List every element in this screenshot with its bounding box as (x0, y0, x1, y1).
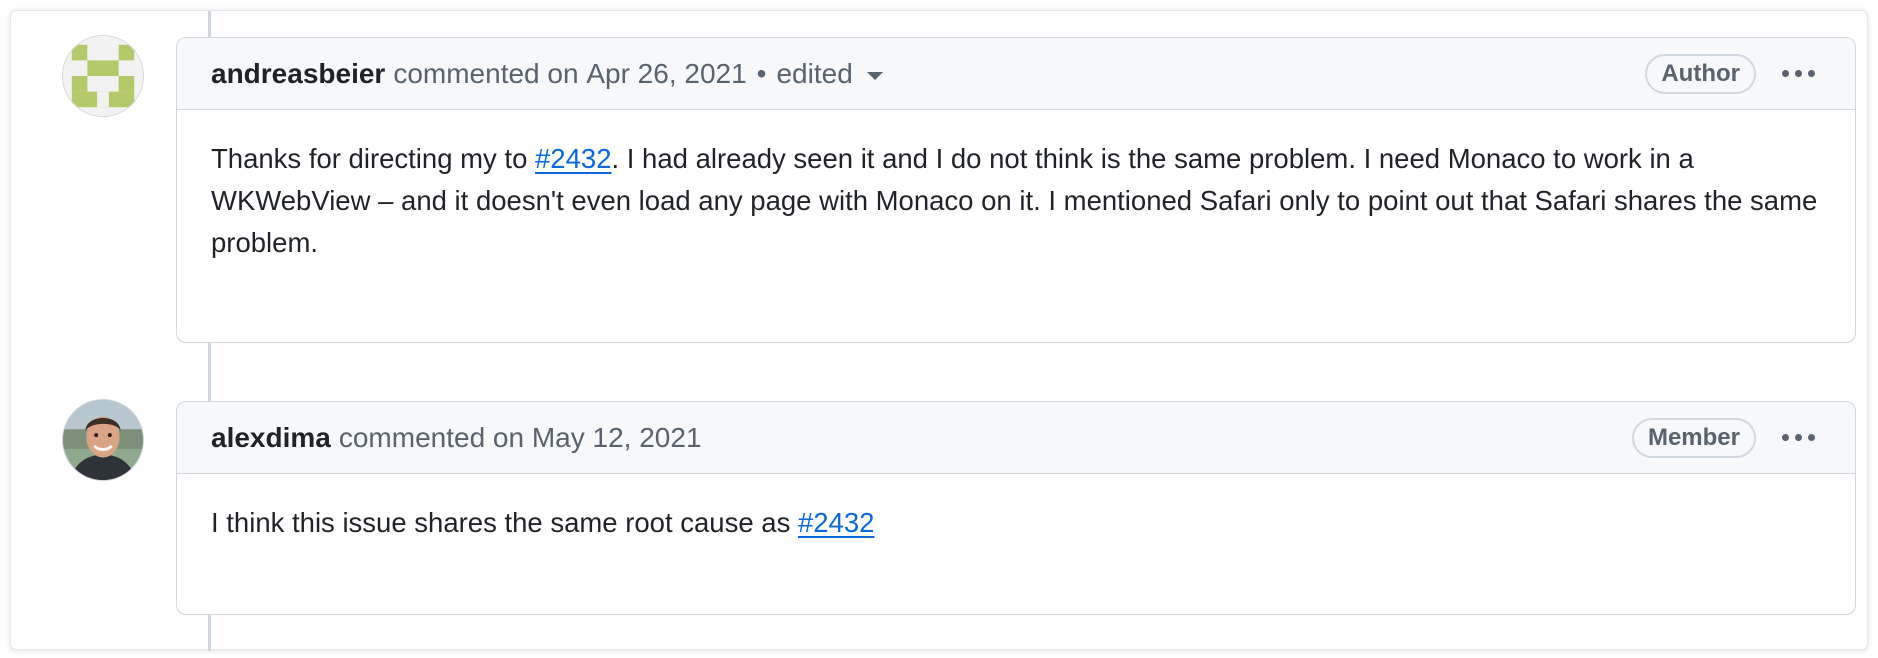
member-badge: Member (1631, 417, 1756, 458)
comment-action: commented on (393, 57, 579, 89)
timeline-panel: andreasbeier commented on Apr 26, 2021 •… (10, 10, 1868, 651)
kebab-horizontal-icon[interactable] (1774, 426, 1823, 449)
comment-action: commented on (338, 421, 525, 453)
comment-header: andreasbeier commented on Apr 26, 2021 •… (177, 38, 1855, 110)
timeline-connector (208, 615, 211, 651)
edited-label: edited (776, 57, 853, 89)
comment-author[interactable]: andreasbeier (211, 58, 385, 90)
kebab-horizontal-icon[interactable] (1774, 62, 1823, 85)
separator-dot: • (756, 57, 767, 89)
comment-card: alexdima commented on May 12, 2021 Membe… (176, 401, 1856, 615)
triangle-down-icon (866, 71, 883, 80)
avatar-alexdima[interactable] (62, 399, 144, 481)
identicon-image (63, 36, 143, 116)
comment-text: I think this issue shares the same root … (211, 507, 798, 538)
comment-body: Thanks for directing my to #2432. I had … (177, 110, 1855, 264)
edited-dropdown[interactable]: edited (776, 57, 883, 90)
author-badge: Author (1645, 53, 1756, 94)
timeline-connector (208, 342, 211, 405)
comment-card: andreasbeier commented on Apr 26, 2021 •… (176, 37, 1856, 343)
issue-link[interactable]: #2432 (535, 143, 611, 174)
comment-author[interactable]: alexdima (211, 422, 331, 454)
comment-header: alexdima commented on May 12, 2021 Membe… (177, 402, 1855, 474)
issue-link[interactable]: #2432 (798, 507, 874, 538)
comment-date[interactable]: May 12, 2021 (532, 422, 702, 454)
comment-date[interactable]: Apr 26, 2021 (586, 58, 746, 90)
comment-text: Thanks for directing my to (211, 143, 536, 174)
user-photo (63, 400, 143, 480)
avatar-andreasbeier[interactable] (62, 35, 144, 117)
comment-body: I think this issue shares the same root … (177, 474, 1855, 544)
